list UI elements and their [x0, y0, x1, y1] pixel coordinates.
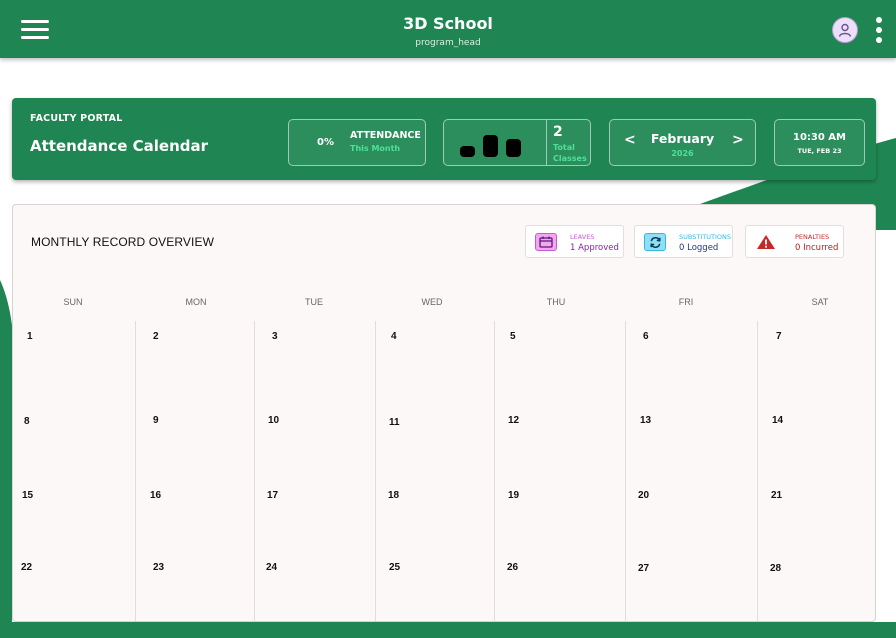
more-options-icon[interactable] — [874, 17, 884, 43]
top-app-bar: 3D School program_head — [0, 0, 896, 58]
calendar-day[interactable]: 7 — [776, 331, 782, 342]
weekday-fri: FRI — [678, 297, 694, 307]
penalties-stat[interactable]: PENALTIES 0 Incurred — [745, 225, 844, 258]
calendar-day[interactable]: 2 — [153, 331, 159, 342]
leaves-value: 1 Approved — [570, 243, 619, 253]
calendar-day[interactable]: 16 — [150, 490, 161, 501]
calendar-day[interactable]: 14 — [772, 415, 783, 426]
page-title: Attendance Calendar — [30, 137, 209, 155]
calendar-icon — [535, 233, 557, 251]
leaves-stat[interactable]: LEAVES 1 Approved — [525, 225, 624, 258]
attendance-label: ATTENDANCE — [350, 130, 421, 141]
calendar-day[interactable]: 18 — [388, 490, 399, 501]
attendance-sublabel: This Month — [350, 144, 401, 153]
weekday-sun: SUN — [63, 297, 83, 307]
attendance-summary: 0% ATTENDANCE This Month — [288, 119, 426, 166]
attendance-header-card: FACULTY PORTAL Attendance Calendar 0% AT… — [12, 98, 876, 180]
weekday-tue: TUE — [305, 297, 323, 307]
warning-triangle-icon — [755, 233, 777, 251]
calendar-day[interactable]: 22 — [21, 562, 32, 573]
weekday-sat: SAT — [811, 297, 829, 307]
calendar-day[interactable]: 20 — [638, 490, 649, 501]
calendar-day[interactable]: 17 — [267, 490, 278, 501]
calendar-day[interactable]: 13 — [640, 415, 651, 426]
calendar-day[interactable]: 10 — [268, 415, 279, 426]
column-divider — [757, 321, 758, 621]
current-time: 10:30 AM — [792, 132, 846, 143]
penalties-label: PENALTIES — [795, 233, 830, 241]
column-divider — [254, 321, 255, 621]
divider — [546, 120, 547, 165]
calendar-day[interactable]: 9 — [153, 415, 159, 426]
column-divider — [494, 321, 495, 621]
substitutions-label: SUBSTITUTIONS — [679, 233, 731, 241]
calendar-day[interactable]: 12 — [508, 415, 519, 426]
substitutions-value: 0 Logged — [679, 243, 719, 253]
month-selector: < February 2026 > — [609, 119, 756, 166]
calendar-day[interactable]: 19 — [508, 490, 519, 501]
weekday-wed: WED — [421, 297, 443, 307]
calendar-day[interactable]: 5 — [510, 331, 516, 342]
clock-widget: 10:30 AM TUE, FEB 23 — [774, 119, 865, 166]
month-year: 2026 — [671, 149, 694, 158]
total-classes-count: 2 — [553, 124, 563, 140]
refresh-icon — [644, 233, 666, 251]
weekday-mon: MON — [185, 297, 207, 307]
calendar-day[interactable]: 3 — [272, 331, 278, 342]
calendar-day[interactable]: 28 — [770, 563, 781, 574]
app-title: 3D School — [403, 14, 493, 33]
column-divider — [625, 321, 626, 621]
current-date: TUE, FEB 23 — [797, 147, 842, 155]
portal-label: FACULTY PORTAL — [30, 113, 123, 124]
weekday-thu: THU — [546, 297, 566, 307]
next-month-button[interactable]: > — [732, 132, 744, 148]
user-role: program_head — [415, 38, 481, 48]
column-divider — [375, 321, 376, 621]
total-classes-label: Total Classes — [553, 143, 587, 163]
classes-bar — [483, 135, 498, 157]
calendar-day[interactable]: 26 — [507, 562, 518, 573]
column-divider — [135, 321, 136, 621]
user-avatar-icon[interactable] — [832, 17, 858, 43]
calendar-day[interactable]: 4 — [391, 331, 397, 342]
total-classes-summary: 2 Total Classes — [443, 119, 591, 166]
calendar-day[interactable]: 23 — [153, 562, 164, 573]
monthly-calendar-card: MONTHLY RECORD OVERVIEW LEAVES 1 Approve… — [12, 204, 876, 622]
leaves-label: LEAVES — [570, 233, 595, 241]
calendar-day[interactable]: 27 — [638, 563, 649, 574]
calendar-day[interactable]: 25 — [389, 562, 400, 573]
calendar-day[interactable]: 1 — [27, 331, 33, 342]
calendar-day[interactable]: 8 — [24, 416, 30, 427]
classes-bar — [506, 139, 521, 157]
calendar-day[interactable]: 6 — [643, 331, 649, 342]
classes-bar-chart — [460, 131, 524, 157]
calendar-day[interactable]: 24 — [266, 562, 277, 573]
overview-title: MONTHLY RECORD OVERVIEW — [31, 235, 214, 249]
calendar-day[interactable]: 15 — [22, 490, 33, 501]
calendar-day[interactable]: 21 — [771, 490, 782, 501]
attendance-percent: 0% — [317, 137, 334, 148]
substitutions-stat[interactable]: SUBSTITUTIONS 0 Logged — [634, 225, 733, 258]
classes-bar — [460, 146, 475, 157]
calendar-day[interactable]: 11 — [389, 417, 400, 428]
penalties-value: 0 Incurred — [795, 243, 839, 253]
